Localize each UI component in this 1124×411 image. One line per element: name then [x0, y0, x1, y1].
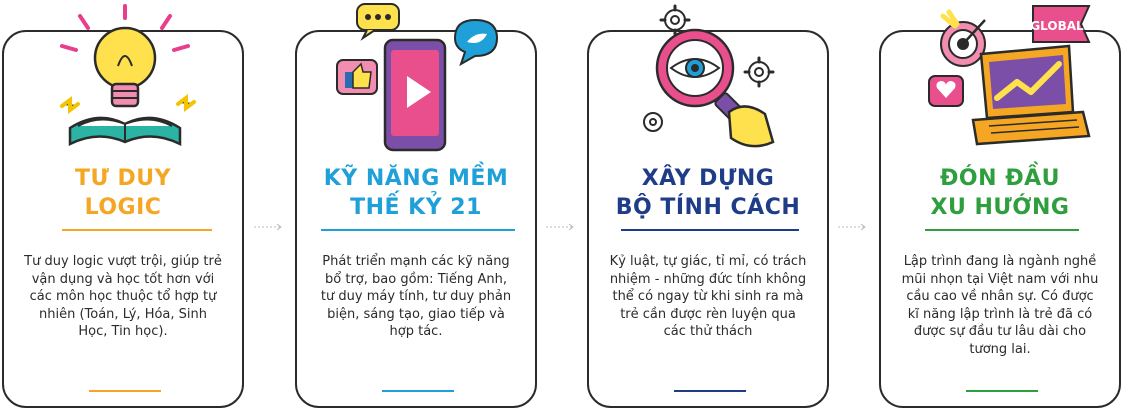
card-title-line-2: BỘ TÍNH CÁCH — [615, 195, 801, 220]
arrow-connector-icon — [546, 223, 574, 231]
card-description: Tư duy logic vượt trội, giúp trẻ vận dụn… — [24, 254, 222, 339]
card-logic-thinking: TƯ DUY LOGIC Tư duy logic vượt trội, giú… — [2, 4, 244, 408]
arrow-connector-icon — [254, 223, 282, 231]
arrow-connector-icon — [838, 223, 866, 231]
card-title-line-2: LOGIC — [84, 195, 162, 220]
card-title: TƯ DUY LOGIC — [4, 164, 242, 222]
card-title: XÂY DỰNG BỘ TÍNH CÁCH — [589, 164, 827, 222]
card-title-line-1: XÂY DỰNG — [641, 166, 775, 191]
card-description: Phát triển mạnh các kỹ năng bổ trợ, bao … — [320, 254, 512, 339]
card-future-trends: GLOBAL ĐÓN ĐẦU XU HƯỚNG Lập trình đang l… — [879, 5, 1121, 408]
bottom-accent-bar — [966, 390, 1038, 392]
card-title-line-2: XU HƯỚNG — [930, 195, 1070, 220]
card-title-line-1: ĐÓN ĐẦU — [939, 166, 1061, 191]
card-soft-skills: KỸ NĂNG MỀM THẾ KỶ 21 Phát triển mạnh cá… — [295, 3, 537, 408]
title-underline — [321, 229, 515, 231]
global-badge-label: GLOBAL — [1030, 19, 1084, 33]
bottom-accent-bar — [89, 390, 161, 392]
title-underline — [621, 229, 799, 231]
title-underline — [62, 229, 212, 231]
laptop-global-icon: GLOBAL — [928, 5, 1091, 146]
bottom-accent-bar — [674, 390, 746, 392]
smartphone-social-icon — [336, 3, 499, 152]
bottom-accent-bar — [382, 390, 454, 392]
card-title-line-1: KỸ NĂNG MỀM — [323, 166, 509, 191]
lightbulb-book-icon — [60, 4, 196, 147]
card-title-line-2: THẾ KỶ 21 — [350, 195, 482, 220]
card-title: ĐÓN ĐẦU XU HƯỚNG — [881, 164, 1119, 222]
card-title-line-1: TƯ DUY — [74, 166, 172, 191]
magnifier-eye-icon — [643, 4, 775, 148]
title-underline — [925, 229, 1079, 231]
card-character-building: XÂY DỰNG BỘ TÍNH CÁCH Kỷ luật, tự giác, … — [587, 4, 829, 408]
card-title: KỸ NĂNG MỀM THẾ KỶ 21 — [297, 164, 535, 222]
card-description: Lập trình đang là ngành nghề mũi nhọn tạ… — [901, 254, 1099, 357]
card-description: Kỷ luật, tự giác, tỉ mỉ, có trách nhiệm … — [609, 254, 807, 339]
